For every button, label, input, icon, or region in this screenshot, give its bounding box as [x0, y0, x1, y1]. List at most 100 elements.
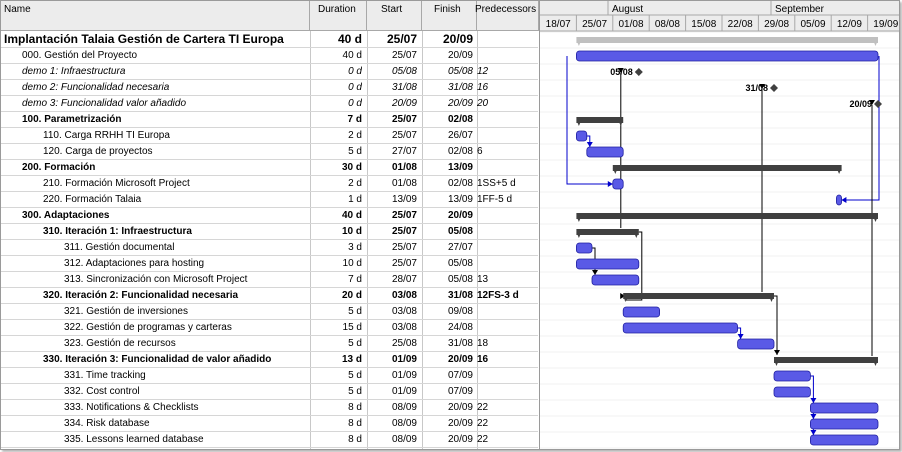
table-row[interactable]: demo 1: Infraestructura 0 d 05/08 05/08 12 [1, 64, 538, 80]
task-name-cell: 322. Gestión de programas y carteras [64, 322, 232, 333]
milestone-diamond [770, 84, 778, 92]
table-row[interactable]: demo 2: Funcionalidad necesaria 0 d 31/08 3… [1, 80, 538, 96]
task-start-cell: 13/09 [391, 194, 417, 205]
table-row[interactable]: 110. Carga RRHH TI Europa 2 d 25/07 26/07 [1, 128, 538, 144]
table-row[interactable]: 220. Formación Talaia 1 d 13/09 13/09 1FF-5 … [1, 192, 538, 208]
task-predecessors-cell: 13 [477, 274, 489, 285]
task-name-cell: 220. Formación Talaia [43, 194, 142, 205]
milestone-diamond [634, 68, 643, 76]
table-row[interactable]: 333. Notifications & Checklists 8 d 08/09 2… [1, 400, 538, 416]
task-start-cell: 25/07 [391, 210, 417, 221]
table-row[interactable]: 330. Iteración 3: Funcionalidad de valor… [1, 352, 538, 368]
table-row[interactable]: 322. Gestión de programas y carteras 15 d… [1, 320, 538, 336]
table-row[interactable]: 210. Formación Microsoft Project 2 d 01/08… [1, 176, 538, 192]
task-name-cell: demo 3: Funcionalidad valor añadido [22, 98, 186, 109]
table-row[interactable]: 120. Carga de proyectos 5 d 27/07 02/08 6 [1, 144, 538, 160]
column-header-start[interactable]: Start [367, 1, 422, 31]
task-name-cell: 300. Adaptaciones [22, 210, 110, 221]
task-start-cell: 25/07 [391, 258, 417, 269]
task-name-cell: 310. Iteración 1: Infraestructura [43, 226, 192, 237]
task-predecessors-cell [477, 384, 537, 399]
milestone-label: 20/09 [849, 99, 872, 109]
week-label: 15/08 [691, 19, 716, 30]
task-predecessors-cell [477, 304, 537, 319]
table-row[interactable]: 300. Adaptaciones 40 d 25/07 20/09 [1, 208, 538, 224]
task-duration-cell: 13 d [341, 354, 362, 365]
column-header-predecessors-label: Predecessors [475, 4, 537, 15]
task-duration-cell: 10 d [342, 258, 362, 269]
task-duration-cell: 0 d [348, 98, 362, 109]
task-start-cell: 25/07 [391, 114, 417, 125]
table-row[interactable]: 321. Gestión de inversiones 5 d 03/08 09/08 [1, 304, 538, 320]
task-duration-cell: 8 d [348, 434, 362, 445]
table-row[interactable]: 312. Adaptaciones para hosting 10 d 25/07 0… [1, 256, 538, 272]
table-row[interactable]: 334. Risk database 8 d 08/09 20/09 22 [1, 416, 538, 432]
table-row[interactable]: 332. Cost control 5 d 01/09 07/09 [1, 384, 538, 400]
task-predecessors-cell: 12 [477, 66, 489, 77]
task-finish-cell: 02/08 [447, 178, 473, 189]
task-bar [773, 370, 811, 382]
task-name-cell: 313. Sincronización con Microsoft Projec… [64, 274, 248, 285]
task-start-cell: 25/07 [391, 242, 417, 253]
table-row[interactable]: 323. Gestión de recursos 5 d 25/08 31/08 18 [1, 336, 538, 352]
dependency-link [774, 295, 778, 355]
task-finish-cell: 20/09 [447, 354, 473, 365]
task-finish-cell: 05/08 [447, 258, 473, 269]
task-bar [586, 146, 624, 158]
task-predecessors-cell: 22 [477, 402, 489, 413]
task-duration-cell: 7 d [347, 114, 362, 125]
table-row[interactable]: 335. Lessons learned database 8 d 08/09 20/… [1, 432, 538, 448]
task-predecessors-cell: 1FF-5 d [477, 194, 513, 205]
table-row[interactable]: 320. Iteración 2: Funcionalidad necesari… [1, 288, 538, 304]
task-start-cell: 25/07 [386, 32, 417, 46]
table-row[interactable]: 331. Time tracking 5 d 01/09 07/09 [1, 368, 538, 384]
task-duration-cell: 5 d [348, 370, 362, 381]
table-row[interactable]: 000. Gestión del Proyecto 40 d 25/07 20/09 [1, 48, 538, 64]
task-predecessors-cell: 18 [477, 338, 489, 349]
column-header-predecessors[interactable]: Predecessors [475, 1, 539, 31]
table-row[interactable]: 313. Sincronización con Microsoft Projec… [1, 272, 538, 288]
task-finish-cell: 26/07 [447, 130, 473, 141]
column-header-name[interactable]: Name [1, 1, 310, 31]
month-label: September [775, 4, 825, 15]
table-row[interactable]: 200. Formación 30 d 01/08 13/09 [1, 160, 538, 176]
task-predecessors-cell: 16 [477, 354, 489, 365]
summary-bar [576, 37, 878, 43]
summary-bar [612, 165, 842, 171]
task-name-cell: demo 2: Funcionalidad necesaria [22, 82, 170, 93]
task-bar [773, 386, 811, 398]
task-predecessors-cell [477, 224, 537, 239]
task-finish-cell: 02/08 [447, 146, 473, 157]
task-finish-cell: 07/09 [447, 370, 473, 381]
column-header-duration[interactable]: Duration [310, 1, 367, 31]
task-name-cell: 200. Formación [22, 162, 96, 173]
task-duration-cell: 5 d [348, 386, 362, 397]
dependency-arrow [607, 181, 613, 187]
table-row[interactable]: demo 3: Funcionalidad valor añadido 0 d 20… [1, 96, 538, 112]
task-finish-cell: 20/09 [447, 50, 473, 61]
task-name-cell: 100. Parametrización [22, 114, 122, 125]
task-bar [612, 178, 624, 190]
task-duration-cell: 2 d [348, 130, 362, 141]
task-predecessors-cell [477, 256, 537, 271]
task-predecessors-cell [477, 48, 537, 63]
column-header-duration-label: Duration [318, 4, 356, 15]
task-bar [622, 322, 738, 334]
task-start-cell: 25/07 [391, 50, 417, 61]
gantt-chart: August September 18/07 25/07 01/08 08/08 15/08… [539, 1, 899, 449]
task-start-cell: 08/09 [391, 418, 417, 429]
task-start-cell: 01/09 [391, 370, 417, 381]
table-row[interactable]: 100. Parametrización 7 d 25/07 02/08 [1, 112, 538, 128]
summary-bar [576, 229, 639, 235]
task-bar [737, 338, 775, 350]
dependency-arrow [841, 197, 847, 203]
milestone-label: 05/08 [610, 67, 633, 77]
task-duration-cell: 0 d [348, 82, 362, 93]
table-row[interactable]: Implantación Talaia Gestión de Cartera T… [1, 32, 538, 48]
task-finish-cell: 24/08 [447, 322, 473, 333]
column-header-finish-label: Finish [434, 4, 461, 15]
column-header-finish[interactable]: Finish [422, 1, 477, 31]
table-row[interactable]: 310. Iteración 1: Infraestructura 10 d 25/… [1, 224, 538, 240]
task-duration-cell: 5 d [348, 146, 362, 157]
table-row[interactable]: 311. Gestión documental 3 d 25/07 27/07 [1, 240, 538, 256]
